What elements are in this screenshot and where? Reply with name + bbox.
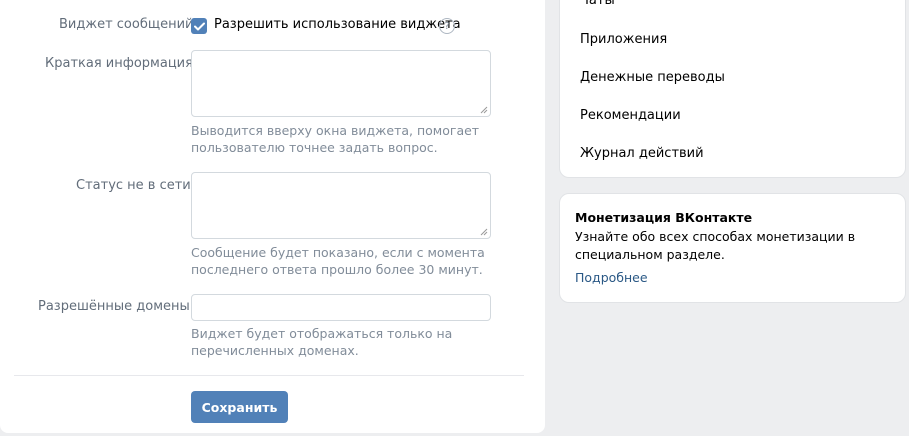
monetization-title: Монетизация ВКонтакте	[575, 210, 753, 225]
menu-item-chats[interactable]: Чаты	[580, 0, 615, 8]
form-divider	[14, 375, 524, 376]
menu-item-recommendations[interactable]: Рекомендации	[580, 108, 681, 123]
domains-label: Разрешённые домены:	[38, 299, 195, 314]
domains-hint: Виджет будет отображаться только на пере…	[191, 326, 453, 358]
monetization-text: Узнайте обо всех способах монетизации в …	[575, 229, 856, 262]
menu-item-money-transfers[interactable]: Денежные переводы	[580, 70, 725, 85]
widget-label: Виджет сообщений:	[59, 17, 198, 32]
monetization-card: Монетизация ВКонтакте Узнайте обо всех с…	[559, 193, 906, 303]
monetization-more-link[interactable]: Подробнее	[575, 270, 648, 285]
domains-input[interactable]	[191, 294, 491, 321]
short-info-label: Краткая информация:	[45, 56, 198, 71]
menu-item-action-log[interactable]: Журнал действий	[580, 146, 704, 161]
resize-handle-icon[interactable]	[480, 106, 488, 114]
widget-checkbox-label[interactable]: Разрешить использование виджета	[214, 17, 461, 32]
short-info-textarea[interactable]	[191, 50, 491, 117]
save-button[interactable]: Сохранить	[191, 391, 288, 423]
offline-status-label: Статус не в сети:	[76, 178, 196, 193]
offline-status-hint: Сообщение будет показано, если с момента…	[191, 245, 485, 277]
help-icon[interactable]: ?	[439, 18, 455, 34]
resize-handle-icon[interactable]	[480, 228, 488, 236]
short-info-hint: Выводится вверху окна виджета, помогает …	[191, 123, 480, 155]
sidebar-menu: Чаты Приложения Денежные переводы Рекоме…	[559, 0, 906, 178]
checkmark-icon	[193, 22, 205, 30]
menu-item-apps[interactable]: Приложения	[580, 32, 667, 47]
offline-status-textarea[interactable]	[191, 172, 491, 239]
widget-checkbox[interactable]	[191, 18, 207, 34]
